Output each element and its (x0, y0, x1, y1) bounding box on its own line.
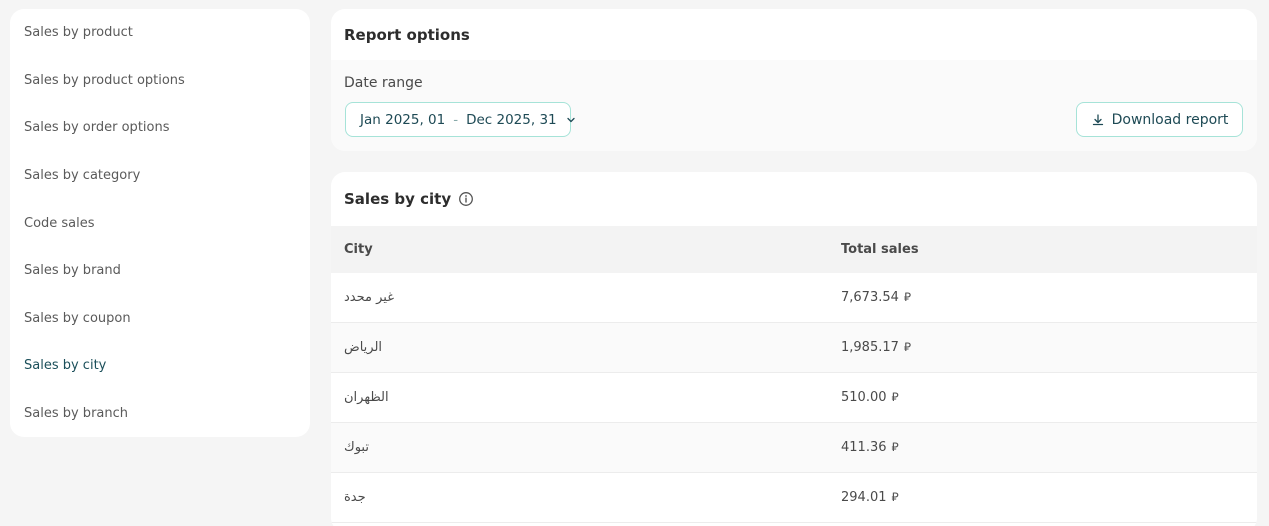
riyal-currency-icon: ⃁ (903, 290, 912, 304)
sidebar-item-label: Sales by coupon (24, 310, 131, 326)
download-report-label: Download report (1111, 111, 1229, 128)
sidebar-item-label: Sales by branch (24, 406, 128, 422)
date-to: Dec 2025, 31 (466, 111, 557, 128)
sidebar-item-code-sales[interactable]: Code sales (10, 199, 310, 247)
table-row: تبوك 411.36 ⃁ (331, 423, 1257, 473)
sidebar-item-sales-by-brand[interactable]: Sales by brand (10, 247, 310, 295)
city-cell: غير محدد (344, 290, 394, 305)
download-report-button[interactable]: Download report (1076, 102, 1243, 137)
report-options-title: Report options (344, 25, 470, 44)
sidebar-item-label: Code sales (24, 215, 95, 231)
total-cell: 294.01 ⃁ (828, 490, 1257, 505)
sales-by-city-header: Sales by city (331, 172, 1257, 226)
sidebar-item-label: Sales by category (24, 168, 141, 184)
sales-report-page: Sales by product Sales by product option… (0, 0, 1269, 526)
total-value: 7,673.54 (841, 290, 899, 305)
date-range-picker[interactable]: Jan 2025, 01 - Dec 2025, 31 (345, 102, 575, 137)
column-header-city[interactable]: City (331, 242, 828, 257)
sidebar-item-label: Sales by product options (24, 72, 185, 88)
sales-by-city-panel: Sales by city City Total sales غير محدد … (331, 172, 1257, 526)
city-cell: تبوك (344, 440, 369, 455)
riyal-currency-icon: ⃁ (891, 490, 899, 504)
column-header-total-sales[interactable]: Total sales (828, 242, 1257, 257)
sidebar-item-sales-by-product-options[interactable]: Sales by product options (10, 57, 310, 105)
sidebar-item-sales-by-branch[interactable]: Sales by branch (10, 390, 310, 438)
report-options-body: Date range Jan 2025, 01 - Dec 2025, 31 D… (331, 60, 1257, 151)
total-value: 1,985.17 (841, 340, 899, 355)
sidebar-item-sales-by-city[interactable]: Sales by city (10, 342, 310, 390)
sidebar-item-label: Sales by city (24, 358, 107, 374)
total-cell: 510.00 ⃁ (828, 390, 1257, 405)
sales-by-city-title: Sales by city (344, 190, 452, 208)
city-cell: الظهران (344, 390, 389, 405)
total-cell: 411.36 ⃁ (828, 440, 1257, 455)
riyal-currency-icon: ⃁ (891, 440, 899, 454)
table-row: جدة 294.01 ⃁ (331, 473, 1257, 523)
sidebar-item-sales-by-product[interactable]: Sales by product (10, 9, 310, 57)
chevron-down-icon (565, 114, 577, 126)
total-value: 411.36 (841, 440, 887, 455)
date-range-label: Date range (344, 75, 423, 91)
report-options-panel: Report options Date range Jan 2025, 01 -… (331, 9, 1257, 151)
report-sidebar: Sales by product Sales by product option… (10, 9, 310, 437)
city-cell: الرياض (344, 340, 383, 355)
date-from: Jan 2025, 01 (360, 111, 446, 128)
sidebar-item-sales-by-order-options[interactable]: Sales by order options (10, 104, 310, 152)
sidebar-item-label: Sales by order options (24, 120, 170, 136)
download-icon (1091, 113, 1105, 127)
total-value: 294.01 (841, 490, 887, 505)
sidebar-item-label: Sales by brand (24, 263, 121, 279)
total-value: 510.00 (841, 390, 887, 405)
sidebar-item-sales-by-coupon[interactable]: Sales by coupon (10, 295, 310, 343)
city-cell: جدة (344, 490, 366, 505)
sidebar-item-label: Sales by product (24, 25, 133, 41)
info-icon[interactable] (458, 191, 474, 207)
sidebar-item-sales-by-category[interactable]: Sales by category (10, 152, 310, 200)
riyal-currency-icon: ⃁ (891, 390, 899, 404)
table-row: الرياض 1,985.17 ⃁ (331, 323, 1257, 373)
riyal-currency-icon: ⃁ (903, 340, 912, 354)
table-header: City Total sales (331, 226, 1257, 273)
table-row: غير محدد 7,673.54 ⃁ (331, 273, 1257, 323)
total-cell: 1,985.17 ⃁ (828, 340, 1257, 355)
total-cell: 7,673.54 ⃁ (828, 290, 1257, 305)
table-row: الظهران 510.00 ⃁ (331, 373, 1257, 423)
date-separator: - (453, 111, 459, 128)
